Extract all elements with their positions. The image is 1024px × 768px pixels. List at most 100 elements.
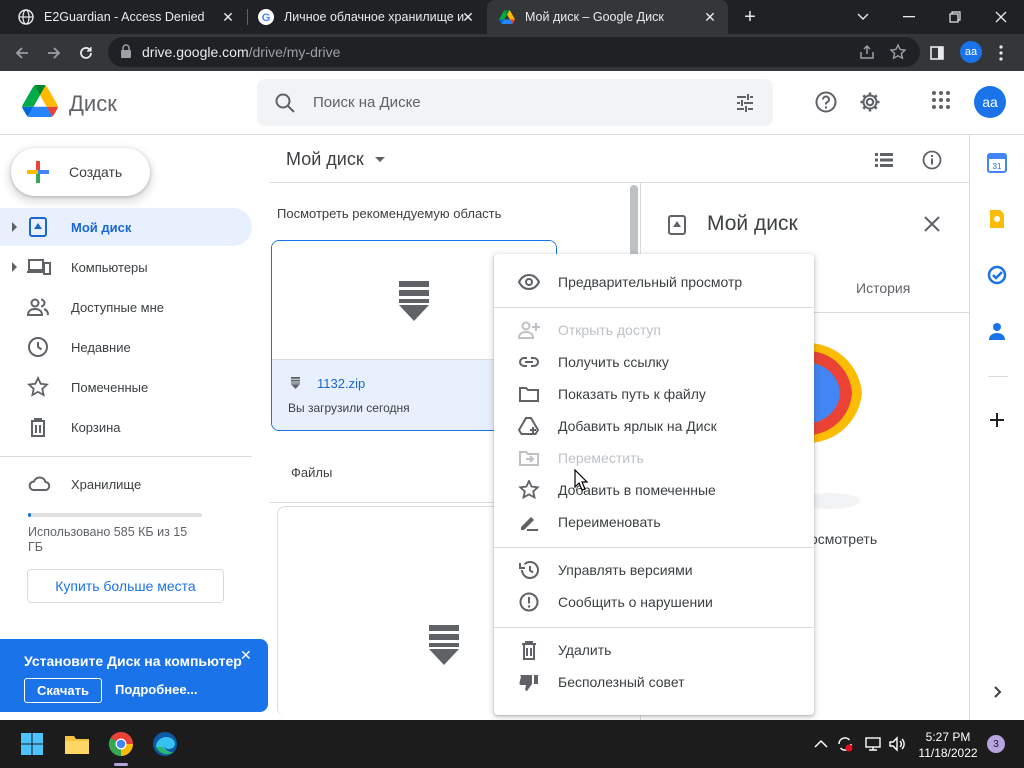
google-g-icon: G xyxy=(258,9,274,25)
file-explorer-icon[interactable] xyxy=(61,728,93,760)
search-input[interactable] xyxy=(313,91,713,113)
menu-item-preview[interactable]: Предварительный просмотр xyxy=(494,266,814,298)
browser-tab-drive[interactable]: Мой диск – Google Диск ✕ xyxy=(487,0,728,34)
create-new-button[interactable]: Создать xyxy=(11,148,150,196)
close-icon[interactable]: ✕ xyxy=(702,9,718,25)
chrome-icon[interactable] xyxy=(105,728,137,760)
tasks-icon[interactable] xyxy=(987,265,1007,285)
add-addon-icon[interactable] xyxy=(987,410,1007,430)
menu-item-get-link[interactable]: Получить ссылку xyxy=(494,346,814,378)
sidebar-item-label: Помеченные xyxy=(71,380,149,395)
keep-icon[interactable] xyxy=(987,209,1007,229)
notification-badge[interactable]: 3 xyxy=(987,735,1005,753)
rename-icon xyxy=(518,512,540,532)
expand-arrow-icon[interactable] xyxy=(12,262,17,272)
account-avatar[interactable]: aa xyxy=(974,86,1006,118)
side-panel-icon[interactable] xyxy=(924,40,950,66)
my-drive-icon xyxy=(27,216,49,238)
help-icon[interactable] xyxy=(814,90,838,114)
url-text: drive.google.com/drive/my-drive xyxy=(142,44,341,60)
menu-item-report-abuse[interactable]: Сообщить о нарушении xyxy=(494,586,814,618)
chevron-right-icon[interactable] xyxy=(987,682,1007,702)
suggested-section-label[interactable]: Посмотреть рекомендуемую область xyxy=(277,206,501,221)
new-tab-button[interactable]: + xyxy=(738,5,762,29)
contacts-icon[interactable] xyxy=(987,321,1007,341)
browser-toolbar: drive.google.com/drive/my-drive aa xyxy=(0,34,1024,71)
menu-item-delete[interactable]: Удалить xyxy=(494,634,814,666)
browser-tab-e2guardian[interactable]: E2Guardian - Access Denied ✕ xyxy=(0,0,246,34)
google-drive-logo-icon[interactable] xyxy=(22,85,58,120)
search-options-icon[interactable] xyxy=(734,92,756,117)
back-arrow-icon[interactable] xyxy=(9,40,35,66)
chevron-down-icon[interactable] xyxy=(375,157,385,162)
download-button[interactable]: Скачать xyxy=(24,678,102,703)
search-box[interactable] xyxy=(257,79,773,126)
settings-gear-icon[interactable] xyxy=(858,90,882,114)
close-icon[interactable]: ✕ xyxy=(240,647,252,664)
menu-item-show-location[interactable]: Показать путь к файлу xyxy=(494,378,814,410)
close-icon[interactable]: ✕ xyxy=(220,9,236,25)
sidebar-item-label: Недавние xyxy=(71,340,131,355)
expand-arrow-icon[interactable] xyxy=(12,222,17,232)
edge-icon[interactable] xyxy=(149,728,181,760)
buy-storage-button[interactable]: Купить больше места xyxy=(27,569,224,603)
sync-icon[interactable] xyxy=(836,735,854,753)
address-bar[interactable]: drive.google.com/drive/my-drive xyxy=(108,37,920,67)
info-icon[interactable] xyxy=(922,150,942,170)
menu-item-label: Добавить ярлык на Диск xyxy=(558,418,717,434)
eye-icon xyxy=(517,272,541,292)
minimize-icon[interactable] xyxy=(886,0,932,34)
reload-icon[interactable] xyxy=(73,40,99,66)
lock-icon[interactable] xyxy=(120,44,132,62)
menu-item-label: Переместить xyxy=(558,450,644,466)
tab-search-icon[interactable] xyxy=(840,0,886,34)
taskbar-clock[interactable]: 5:27 PM 11/18/2022 xyxy=(918,729,978,761)
restore-icon[interactable] xyxy=(932,0,978,34)
sidebar-item-storage[interactable]: Хранилище xyxy=(0,465,252,503)
bookmark-star-icon[interactable] xyxy=(889,43,907,61)
more-vert-icon[interactable] xyxy=(988,40,1014,66)
sidebar-item-recent[interactable]: Недавние xyxy=(0,328,252,366)
browser-tab-google-storage[interactable]: G Личное облачное хранилище и ✕ xyxy=(248,0,486,34)
sidebar-item-starred[interactable]: Помеченные xyxy=(0,368,252,406)
thumb-down-icon xyxy=(518,672,540,692)
calendar-icon[interactable]: 31 xyxy=(987,153,1007,173)
sidebar-item-trash[interactable]: Корзина xyxy=(0,408,252,446)
search-icon[interactable] xyxy=(274,92,296,117)
volume-icon[interactable] xyxy=(888,735,906,753)
close-icon[interactable] xyxy=(922,214,942,234)
menu-item-manage-versions[interactable]: Управлять версиями xyxy=(494,554,814,586)
menu-item-star[interactable]: Добавить в помеченные xyxy=(494,474,814,506)
sidebar-item-computers[interactable]: Компьютеры xyxy=(0,248,252,286)
sidebar-item-shared[interactable]: Доступные мне xyxy=(0,288,252,326)
apps-grid-icon[interactable] xyxy=(931,90,955,114)
window-close-icon[interactable] xyxy=(978,0,1024,34)
file-name: 1132.zip xyxy=(317,376,366,391)
menu-item-not-helpful[interactable]: Бесполезный совет xyxy=(494,666,814,698)
menu-item-label: Предварительный просмотр xyxy=(558,274,743,290)
star-icon xyxy=(26,375,50,398)
chevron-up-icon[interactable] xyxy=(812,735,830,753)
menu-item-add-shortcut[interactable]: Добавить ярлык на Диск xyxy=(494,410,814,442)
drive-header: Диск aa xyxy=(0,71,1024,135)
star-icon xyxy=(518,478,540,500)
drive-shortcut-icon xyxy=(517,416,540,436)
learn-more-link[interactable]: Подробнее... xyxy=(115,682,197,697)
share-icon[interactable] xyxy=(858,43,876,61)
forward-arrow-icon[interactable] xyxy=(41,40,67,66)
sidebar-item-label: Мой диск xyxy=(71,220,132,235)
close-icon[interactable]: ✕ xyxy=(460,9,476,25)
menu-item-rename[interactable]: Переименовать xyxy=(494,506,814,538)
page-title[interactable]: Мой диск xyxy=(286,149,364,170)
windows-start-icon[interactable] xyxy=(16,728,48,760)
profile-avatar[interactable]: aa xyxy=(960,41,982,63)
tab-history[interactable]: История xyxy=(856,280,910,296)
history-icon xyxy=(518,560,540,580)
windows-taskbar: 5:27 PM 11/18/2022 3 xyxy=(0,720,1024,768)
app-name[interactable]: Диск xyxy=(69,91,117,117)
network-icon[interactable] xyxy=(864,735,882,753)
list-view-icon[interactable] xyxy=(874,150,894,170)
active-app-indicator xyxy=(114,763,128,766)
scrollbar[interactable] xyxy=(630,185,638,257)
sidebar-item-my-drive[interactable]: Мой диск xyxy=(0,208,252,246)
